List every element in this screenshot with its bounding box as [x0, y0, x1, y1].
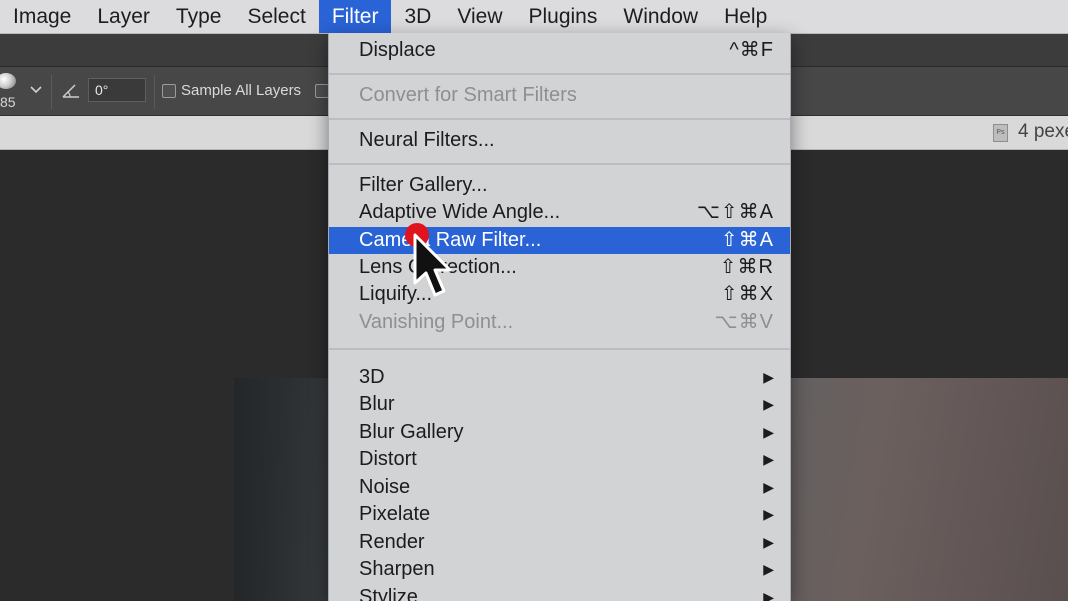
menu-item-liquify[interactable]: Liquify... ⇧⌘X — [329, 281, 790, 308]
menu-item-neural-filters[interactable]: Neural Filters... — [329, 127, 790, 154]
menu-item-shortcut: ⇧⌘R — [719, 256, 774, 278]
menu-item-label: Sharpen — [359, 558, 435, 580]
menu-plugins[interactable]: Plugins — [515, 0, 610, 33]
menu-item-camera-raw-filter[interactable]: Camera Raw Filter... ⇧⌘A — [329, 227, 790, 254]
mouse-pointer-icon — [405, 223, 465, 313]
menu-separator — [329, 118, 790, 120]
menu-item-stylize[interactable]: Stylize ▶ — [329, 584, 790, 601]
menu-item-sharpen[interactable]: Sharpen ▶ — [329, 556, 790, 583]
menu-item-lens-correction[interactable]: Lens Correction... ⇧⌘R — [329, 254, 790, 281]
menu-item-shortcut: ⇧⌘A — [720, 229, 774, 251]
photoshop-doc-icon: Ps — [993, 124, 1008, 142]
filter-menu-dropdown: Displace ^⌘F Convert for Smart Filters N… — [328, 33, 791, 601]
menu-item-pixelate[interactable]: Pixelate ▶ — [329, 501, 790, 528]
menu-select[interactable]: Select — [234, 0, 318, 33]
menu-item-displace[interactable]: Displace ^⌘F — [329, 37, 790, 64]
menu-separator — [329, 73, 790, 75]
submenu-arrow-icon: ▶ — [763, 506, 774, 522]
menu-window[interactable]: Window — [610, 0, 711, 33]
menu-help[interactable]: Help — [711, 0, 780, 33]
menu-separator — [329, 348, 790, 350]
menu-item-label: Stylize — [359, 586, 418, 601]
menu-item-label: Displace — [359, 39, 436, 61]
menu-type[interactable]: Type — [163, 0, 235, 33]
submenu-arrow-icon: ▶ — [763, 589, 774, 601]
menu-item-noise[interactable]: Noise ▶ — [329, 474, 790, 501]
menu-item-label: Adaptive Wide Angle... — [359, 201, 561, 223]
angle-input[interactable] — [88, 78, 146, 102]
menu-item-label: 3D — [359, 366, 385, 388]
menu-filter[interactable]: Filter — [318, 0, 392, 33]
brush-size-value: 85 — [0, 94, 16, 110]
toolbar-divider — [51, 75, 52, 109]
submenu-arrow-icon: ▶ — [763, 396, 774, 412]
submenu-arrow-icon: ▶ — [763, 369, 774, 385]
menu-item-label: Vanishing Point... — [359, 311, 514, 333]
submenu-arrow-icon: ▶ — [763, 451, 774, 467]
sample-all-layers-label: Sample All Layers — [181, 82, 302, 99]
menu-item-convert-smart-filters: Convert for Smart Filters — [329, 82, 790, 109]
menu-item-distort[interactable]: Distort ▶ — [329, 446, 790, 473]
menu-item-3d[interactable]: 3D ▶ — [329, 364, 790, 391]
menu-image[interactable]: Image — [0, 0, 84, 33]
image-shadow — [234, 378, 324, 601]
menu-item-label: Distort — [359, 448, 417, 470]
menu-item-filter-gallery[interactable]: Filter Gallery... — [329, 172, 790, 199]
menu-item-label: Convert for Smart Filters — [359, 84, 577, 106]
menu-item-label: Blur Gallery — [359, 421, 464, 443]
menu-item-blur-gallery[interactable]: Blur Gallery ▶ — [329, 419, 790, 446]
submenu-arrow-icon: ▶ — [763, 561, 774, 577]
menu-item-label: Pixelate — [359, 503, 431, 525]
menu-item-render[interactable]: Render ▶ — [329, 529, 790, 556]
submenu-arrow-icon: ▶ — [763, 424, 774, 440]
chevron-down-icon[interactable] — [30, 81, 42, 99]
menu-item-label: Noise — [359, 476, 411, 498]
menu-item-label: Render — [359, 531, 425, 553]
menu-item-label: Filter Gallery... — [359, 174, 488, 196]
angle-icon — [61, 81, 81, 101]
menu-item-shortcut: ⌥⇧⌘A — [696, 201, 774, 223]
option-checkbox[interactable] — [315, 84, 329, 98]
menu-bar: Image Layer Type Select Filter 3D View P… — [0, 0, 1068, 34]
toolbar-divider — [154, 75, 155, 109]
menu-item-shortcut: ⇧⌘X — [720, 283, 774, 305]
menu-item-vanishing-point: Vanishing Point... ⌥⌘V — [329, 309, 790, 336]
submenu-arrow-icon: ▶ — [763, 534, 774, 550]
menu-layer[interactable]: Layer — [84, 0, 163, 33]
brush-preview-icon[interactable] — [0, 73, 16, 89]
menu-separator — [329, 163, 790, 165]
menu-item-label: Neural Filters... — [359, 129, 495, 151]
sample-all-layers-checkbox[interactable] — [162, 84, 176, 98]
menu-item-label: Blur — [359, 393, 395, 415]
document-tab-title[interactable]: 4 pexe — [1018, 121, 1068, 143]
submenu-arrow-icon: ▶ — [763, 479, 774, 495]
menu-3d[interactable]: 3D — [391, 0, 444, 33]
menu-item-blur[interactable]: Blur ▶ — [329, 391, 790, 418]
menu-item-adaptive-wide-angle[interactable]: Adaptive Wide Angle... ⌥⇧⌘A — [329, 199, 790, 226]
menu-view[interactable]: View — [444, 0, 515, 33]
menu-item-shortcut: ⌥⌘V — [714, 311, 774, 333]
menu-item-shortcut: ^⌘F — [729, 39, 774, 61]
